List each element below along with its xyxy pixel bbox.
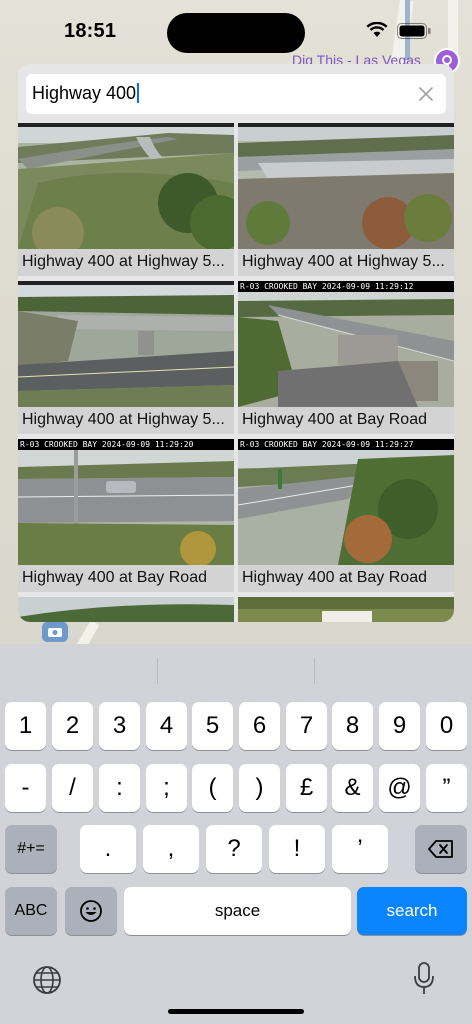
key-close-paren[interactable]: ) (239, 764, 280, 812)
camera-caption: Highway 400 at Highway 5... (22, 253, 225, 270)
battery-icon (397, 23, 431, 39)
key-open-paren[interactable]: ( (192, 764, 233, 812)
microphone-icon[interactable] (413, 962, 435, 996)
key-1[interactable]: 1 (5, 702, 46, 750)
space-key[interactable]: space (124, 887, 351, 935)
abc-key[interactable]: ABC (5, 887, 57, 935)
camera-image (238, 439, 454, 565)
camera-timestamp: R-03 CROOKED BAY 2024-09-09 11:29:20 (18, 439, 196, 450)
key-colon[interactable]: : (99, 764, 140, 812)
camera-caption: Highway 400 at Bay Road (242, 569, 427, 586)
camera-image (238, 597, 454, 622)
emoji-key[interactable] (65, 887, 117, 935)
camera-timestamp: R-03 CROOKED BAY 2024-09-09 11:29:27 (238, 439, 416, 450)
camera-image (18, 281, 234, 407)
camera-image (18, 123, 234, 249)
keyboard: 1 2 3 4 5 6 7 8 9 0 - / : ; ( ) £ & @ ” … (0, 644, 472, 1024)
text-caret (137, 83, 140, 103)
key-7[interactable]: 7 (286, 702, 327, 750)
key-5[interactable]: 5 (192, 702, 233, 750)
dynamic-island (167, 13, 305, 53)
camera-tile[interactable]: Highway 400 at Highway 5... (238, 123, 454, 276)
camera-tile[interactable] (238, 597, 454, 622)
camera-tile[interactable]: R-03 CROOKED BAY 2024-09-09 11:29:12 Hig… (238, 281, 454, 434)
key-8[interactable]: 8 (332, 702, 373, 750)
key-6[interactable]: 6 (239, 702, 280, 750)
status-time: 18:51 (64, 20, 117, 42)
camera-tile[interactable]: Highway 400 at Highway 5... (18, 123, 234, 276)
camera-tile[interactable]: R-03 CROOKED BAY 2024-09-09 11:29:27 Hig… (238, 439, 454, 592)
camera-image (18, 439, 234, 565)
camera-image (238, 123, 454, 249)
wifi-icon (366, 22, 388, 37)
key-3[interactable]: 3 (99, 702, 140, 750)
key-pound[interactable]: £ (286, 764, 327, 812)
key-apostrophe[interactable]: ’ (332, 825, 388, 873)
camera-image (238, 281, 454, 407)
search-value-text: Highway 400 (32, 83, 137, 103)
search-input-value: Highway 400 (32, 83, 140, 104)
camera-marker-icon[interactable] (42, 622, 68, 642)
key-2[interactable]: 2 (52, 702, 93, 750)
suggestion-bar (0, 644, 472, 698)
key-0[interactable]: 0 (426, 702, 467, 750)
search-results-panel: Highway 400 Highway 400 at Highway 5... … (18, 64, 454, 622)
key-ampersand[interactable]: & (332, 764, 373, 812)
backspace-key[interactable] (415, 825, 467, 873)
key-at[interactable]: @ (379, 764, 420, 812)
home-indicator (168, 1009, 304, 1014)
camera-tile[interactable]: Highway 400 at Highway 5... (18, 281, 234, 434)
camera-caption: Highway 400 at Bay Road (22, 569, 207, 586)
search-input[interactable]: Highway 400 (26, 74, 446, 114)
search-key[interactable]: search (357, 887, 467, 935)
key-slash[interactable]: / (52, 764, 93, 812)
key-exclamation[interactable]: ! (269, 825, 325, 873)
camera-tile[interactable] (18, 597, 234, 622)
key-comma[interactable]: , (143, 825, 199, 873)
suggestion-divider (314, 658, 315, 684)
camera-caption: Highway 400 at Highway 5... (22, 411, 225, 428)
camera-timestamp: R-03 CROOKED BAY 2024-09-09 11:29:12 (238, 281, 416, 292)
camera-image (18, 597, 234, 622)
key-quote[interactable]: ” (426, 764, 467, 812)
camera-caption: Highway 400 at Highway 5... (242, 253, 445, 270)
backspace-icon (428, 840, 453, 858)
clear-icon[interactable] (418, 86, 434, 102)
key-hyphen[interactable]: - (5, 764, 46, 812)
key-9[interactable]: 9 (379, 702, 420, 750)
key-semicolon[interactable]: ; (146, 764, 187, 812)
camera-tile[interactable]: R-03 CROOKED BAY 2024-09-09 11:29:20 Hig… (18, 439, 234, 592)
status-bar: 18:51 (0, 0, 472, 62)
key-4[interactable]: 4 (146, 702, 187, 750)
key-period[interactable]: . (80, 825, 136, 873)
globe-icon[interactable] (32, 965, 62, 995)
suggestion-divider (157, 658, 158, 684)
key-question[interactable]: ? (206, 825, 262, 873)
symbols-toggle-key[interactable]: #+= (5, 825, 57, 873)
emoji-icon (80, 900, 102, 922)
camera-caption: Highway 400 at Bay Road (242, 411, 427, 428)
